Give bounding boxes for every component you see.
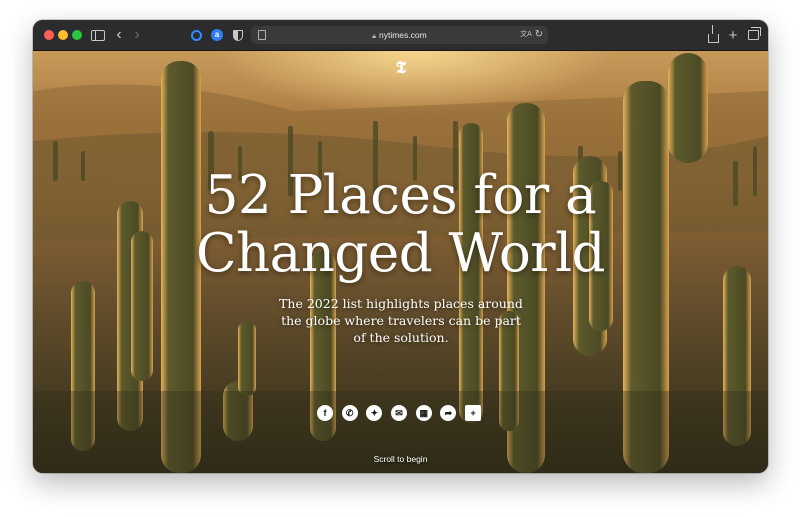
close-button[interactable]	[44, 30, 54, 40]
url-value: nytimes.com	[379, 30, 427, 40]
email-icon[interactable]: ✉	[391, 405, 408, 421]
share-icon[interactable]	[705, 24, 721, 44]
headline-line-2: Changed World	[196, 223, 606, 284]
address-bar[interactable]: 🔒︎ nytimes.com 文A ↻	[251, 26, 548, 44]
subheadline: The 2022 list highlights places around t…	[279, 296, 523, 345]
nyt-logo-icon[interactable]: 𝕿	[386, 57, 416, 79]
shield-icon[interactable]	[230, 26, 246, 44]
sidebar-icon[interactable]	[88, 26, 108, 44]
gift-icon[interactable]: ▦	[415, 405, 432, 421]
twitter-icon[interactable]: ✦	[366, 405, 383, 421]
browser-toolbar: ‹ › a 🔒︎ nytimes.com 文A ↻ +	[33, 20, 768, 51]
translate-icon[interactable]: 文A	[520, 29, 532, 41]
url-text[interactable]: 🔒︎ nytimes.com	[251, 26, 548, 44]
headline-line-1: 52 Places for a	[204, 165, 597, 226]
hero-section: 𝕿 52 Places for a Changed World The 2022…	[33, 51, 768, 473]
tab-overview-icon[interactable]	[745, 26, 761, 44]
extension-translate-icon[interactable]: a	[209, 26, 225, 44]
whatsapp-icon[interactable]: ✆	[341, 405, 358, 421]
lock-icon: 🔒︎	[372, 33, 376, 40]
scroll-to-begin-label[interactable]: Scroll to begin	[33, 454, 768, 464]
share-arrow-icon[interactable]: ➦	[440, 405, 457, 421]
bookmark-add-icon[interactable]: +	[465, 405, 482, 421]
browser-window: ‹ › a 🔒︎ nytimes.com 文A ↻ + 𝕿 52 Places …	[33, 20, 768, 473]
minimize-button[interactable]	[58, 30, 68, 40]
share-toolbar: f ✆ ✦ ✉ ▦ ➦ +	[317, 405, 490, 423]
zoom-button[interactable]	[72, 30, 82, 40]
extension-circle-icon[interactable]	[188, 26, 204, 44]
reload-icon[interactable]: ↻	[533, 28, 545, 42]
facebook-icon[interactable]: f	[317, 405, 333, 421]
plus-icon[interactable]: +	[726, 26, 740, 44]
chevron-right-icon[interactable]: ›	[130, 26, 144, 44]
chevron-left-icon[interactable]: ‹	[112, 26, 126, 44]
